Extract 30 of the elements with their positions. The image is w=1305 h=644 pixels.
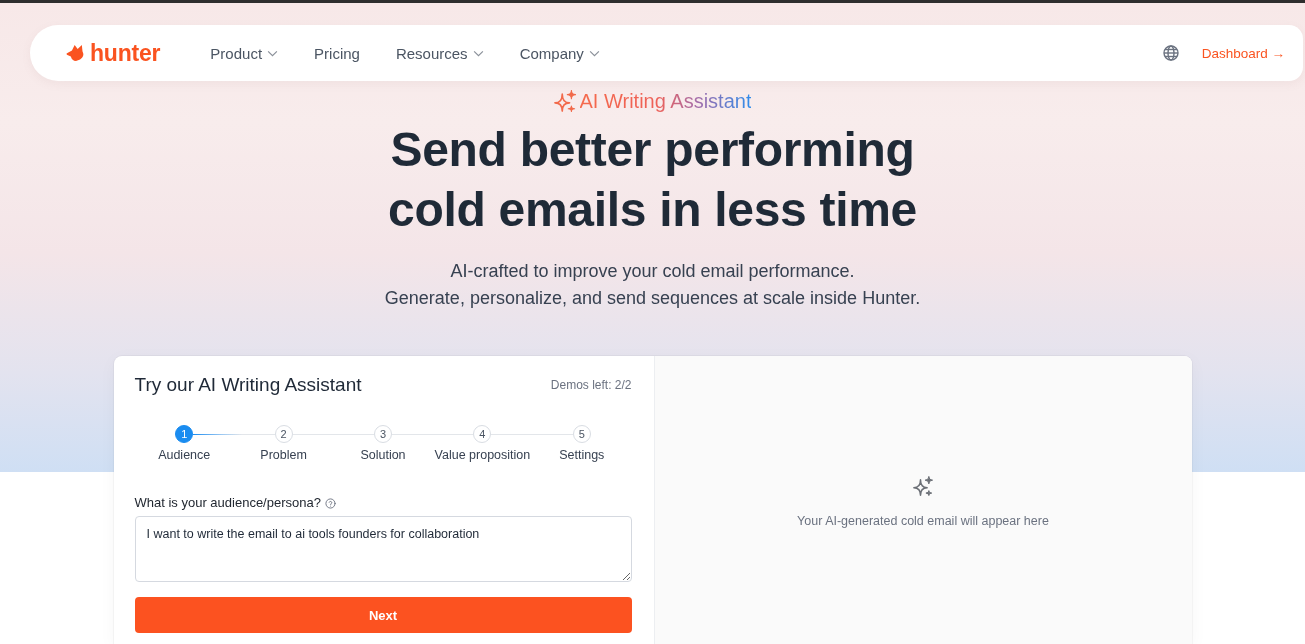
nav-menu-item[interactable]: Resources xyxy=(395,44,484,62)
chevron-down-icon xyxy=(588,49,600,57)
nav-menu-item[interactable]: Pricing xyxy=(314,44,360,62)
chevron-down-icon xyxy=(472,49,484,57)
question-label: What is your audience/persona? xyxy=(134,495,321,511)
step-label: Value proposition xyxy=(434,447,531,463)
headline: Send better performing cold emails in less time xyxy=(387,122,918,238)
card-title: Try our AI Writing Assistant xyxy=(134,373,362,397)
subtitle-line: AI-crafted to improve your cold email performance. xyxy=(450,260,855,283)
nav-menu-item[interactable]: Product xyxy=(210,44,279,62)
help-icon[interactable] xyxy=(324,497,336,509)
step-label: Problem xyxy=(260,447,307,463)
preview-message: Your AI-generated cold email will appear here xyxy=(797,513,1049,529)
step-label: Audience xyxy=(158,447,211,463)
step-number: 2 xyxy=(274,425,293,443)
step-label: Settings xyxy=(559,447,605,463)
step-label: Solution xyxy=(360,447,406,463)
answer-field[interactable]: I want to write the email to ai tools founders for collaboration xyxy=(134,516,632,582)
step-number: 5 xyxy=(572,425,591,443)
fox-head-icon xyxy=(66,44,86,62)
globe-icon[interactable] xyxy=(1162,45,1179,61)
sparkle-icon xyxy=(553,90,576,112)
step-number: 4 xyxy=(473,425,492,443)
step-number: 1 xyxy=(175,425,194,443)
nav-menu-item[interactable]: Company xyxy=(519,44,600,62)
sparkles-icon xyxy=(913,476,933,496)
chevron-down-icon xyxy=(267,49,279,57)
demos-left-text: Demos left: 2/2 xyxy=(550,378,632,392)
step-number: 3 xyxy=(374,425,392,443)
subtitle-line: Generate, personalize, and send sequences at scale inside Hunter. xyxy=(384,287,921,310)
